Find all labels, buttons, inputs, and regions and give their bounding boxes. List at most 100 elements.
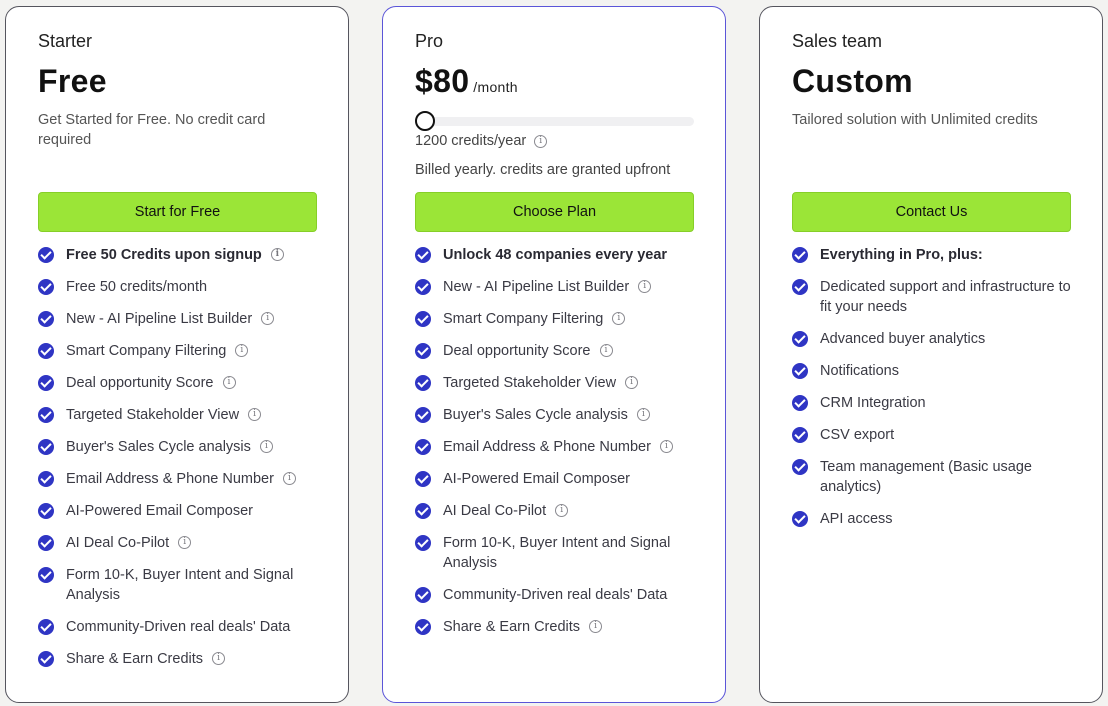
info-icon[interactable]: i bbox=[625, 376, 639, 389]
feature-text: New - AI Pipeline List Builder bbox=[443, 279, 630, 295]
feature-label: AI-Powered Email Composer bbox=[66, 501, 253, 521]
info-icon[interactable]: i bbox=[638, 280, 652, 293]
feature-text: Dedicated support and infrastructure to … bbox=[820, 279, 1071, 315]
check-circle-icon bbox=[415, 587, 431, 603]
credits-slider[interactable] bbox=[415, 111, 694, 131]
info-icon[interactable]: i bbox=[534, 134, 548, 148]
billing-note: Billed yearly. credits are granted upfro… bbox=[415, 162, 671, 178]
feature-item: Smart Company Filtering i bbox=[415, 309, 705, 329]
info-icon[interactable]: i bbox=[178, 536, 192, 549]
check-circle-icon bbox=[792, 427, 808, 443]
feature-text: Email Address & Phone Number bbox=[66, 471, 274, 487]
info-icon[interactable]: i bbox=[222, 376, 236, 389]
check-circle-icon bbox=[415, 535, 431, 551]
feature-label: Email Address & Phone Number i bbox=[443, 437, 673, 457]
info-icon[interactable]: i bbox=[259, 440, 273, 453]
info-icon[interactable]: i bbox=[235, 344, 249, 357]
feature-item: Form 10-K, Buyer Intent and Signal Analy… bbox=[38, 565, 328, 605]
feature-item: Free 50 credits/month bbox=[38, 277, 328, 297]
info-icon[interactable]: i bbox=[248, 408, 262, 421]
feature-label: Share & Earn Credits i bbox=[66, 649, 226, 669]
feature-label: Form 10-K, Buyer Intent and Signal Analy… bbox=[443, 533, 705, 573]
feature-label: Deal opportunity Score i bbox=[443, 341, 613, 361]
check-circle-icon bbox=[38, 279, 54, 295]
feature-text: New - AI Pipeline List Builder bbox=[66, 311, 253, 327]
feature-label: Team management (Basic usage analytics) bbox=[820, 457, 1082, 497]
feature-label: Buyer's Sales Cycle analysis i bbox=[443, 405, 650, 425]
feature-item: Targeted Stakeholder View i bbox=[415, 373, 705, 393]
credits-amount: 1200 credits/year i bbox=[415, 133, 548, 149]
feature-text: AI-Powered Email Composer bbox=[66, 503, 253, 519]
plan-tier-label: Pro bbox=[415, 31, 444, 51]
check-circle-icon bbox=[38, 619, 54, 635]
feature-label: AI Deal Co-Pilot i bbox=[66, 533, 192, 553]
check-circle-icon bbox=[415, 439, 431, 455]
feature-text: CRM Integration bbox=[820, 395, 926, 411]
feature-text: API access bbox=[820, 511, 893, 527]
check-circle-icon bbox=[415, 503, 431, 519]
check-circle-icon bbox=[415, 471, 431, 487]
feature-label: Everything in Pro, plus: bbox=[820, 245, 983, 265]
feature-item: CSV export bbox=[792, 425, 1082, 445]
feature-item: Deal opportunity Score i bbox=[415, 341, 705, 361]
check-circle-icon bbox=[415, 407, 431, 423]
info-icon[interactable]: i bbox=[589, 620, 603, 633]
plan-tier-label: Sales team bbox=[792, 31, 883, 51]
info-icon[interactable]: i bbox=[270, 248, 284, 261]
feature-item: Community-Driven real deals' Data bbox=[415, 585, 705, 605]
feature-text: Buyer's Sales Cycle analysis bbox=[66, 439, 251, 455]
info-icon[interactable]: i bbox=[599, 344, 613, 357]
contact-us-button[interactable]: Contact Us bbox=[792, 192, 1071, 232]
feature-label: Targeted Stakeholder View i bbox=[443, 373, 639, 393]
check-circle-icon bbox=[792, 511, 808, 527]
check-circle-icon bbox=[38, 471, 54, 487]
info-icon[interactable]: i bbox=[636, 408, 650, 421]
feature-text: Free 50 credits/month bbox=[66, 279, 208, 295]
info-icon[interactable]: i bbox=[282, 472, 296, 485]
info-icon[interactable]: i bbox=[659, 440, 673, 453]
feature-text: Deal opportunity Score bbox=[66, 375, 214, 391]
feature-item: Share & Earn Credits i bbox=[415, 617, 705, 637]
info-icon[interactable]: i bbox=[555, 504, 569, 517]
feature-text: AI-Powered Email Composer bbox=[443, 471, 630, 487]
feature-label: Email Address & Phone Number i bbox=[66, 469, 296, 489]
feature-item: Form 10-K, Buyer Intent and Signal Analy… bbox=[415, 533, 705, 573]
check-circle-icon bbox=[415, 619, 431, 635]
feature-text: Advanced buyer analytics bbox=[820, 331, 986, 347]
info-icon[interactable]: i bbox=[212, 652, 226, 665]
slider-track[interactable] bbox=[415, 117, 694, 126]
feature-text: Free 50 Credits upon signup bbox=[66, 247, 262, 263]
feature-item: Community-Driven real deals' Data bbox=[38, 617, 328, 637]
feature-label: Smart Company Filtering i bbox=[66, 341, 249, 361]
plan-price: Custom bbox=[792, 63, 913, 99]
check-circle-icon bbox=[38, 311, 54, 327]
info-icon[interactable]: i bbox=[261, 312, 275, 325]
check-circle-icon bbox=[38, 375, 54, 391]
feature-text: Community-Driven real deals' Data bbox=[66, 619, 291, 635]
feature-label: New - AI Pipeline List Builder i bbox=[66, 309, 275, 329]
feature-item: Free 50 Credits upon signup i bbox=[38, 245, 328, 265]
feature-item: New - AI Pipeline List Builder i bbox=[38, 309, 328, 329]
feature-item: CRM Integration bbox=[792, 393, 1082, 413]
feature-label: AI Deal Co-Pilot i bbox=[443, 501, 569, 521]
feature-item: Buyer's Sales Cycle analysis i bbox=[38, 437, 328, 457]
feature-item: Email Address & Phone Number i bbox=[38, 469, 328, 489]
check-circle-icon bbox=[38, 535, 54, 551]
start-for-free-button[interactable]: Start for Free bbox=[38, 192, 317, 232]
feature-list: Unlock 48 companies every year New - AI P… bbox=[415, 245, 705, 649]
pricing-card-starter: Starter Free Get Started for Free. No cr… bbox=[5, 6, 349, 703]
feature-item: API access bbox=[792, 509, 1082, 529]
feature-text: Everything in Pro, plus: bbox=[820, 247, 983, 263]
slider-handle[interactable] bbox=[415, 111, 435, 131]
feature-item: Deal opportunity Score i bbox=[38, 373, 328, 393]
check-circle-icon bbox=[38, 247, 54, 263]
check-circle-icon bbox=[38, 343, 54, 359]
feature-label: Free 50 Credits upon signup i bbox=[66, 245, 284, 265]
feature-item: Dedicated support and infrastructure to … bbox=[792, 277, 1082, 317]
choose-plan-button[interactable]: Choose Plan bbox=[415, 192, 694, 232]
check-circle-icon bbox=[792, 331, 808, 347]
info-icon[interactable]: i bbox=[612, 312, 626, 325]
feature-label: Buyer's Sales Cycle analysis i bbox=[66, 437, 273, 457]
feature-label: Advanced buyer analytics bbox=[820, 329, 985, 349]
feature-label: Community-Driven real deals' Data bbox=[66, 617, 290, 637]
